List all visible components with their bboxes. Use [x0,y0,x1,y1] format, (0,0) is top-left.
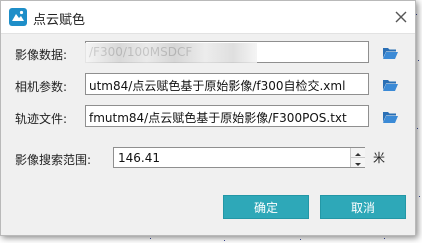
close-icon[interactable] [391,7,411,27]
trajectory-file-label: 轨迹文件: [15,112,68,126]
folder-open-icon[interactable] [382,110,399,124]
image-data-input[interactable]: /F300/100MSDCF [85,41,369,63]
trajectory-file-value: fmutm84/点云赋色基于原始影像/F300POS.txt [89,111,347,125]
image-data-label: 影像数据: [15,48,68,62]
title-bar[interactable]: 点云赋色 [1,1,415,34]
camera-params-input[interactable]: utm84/点云赋色基于原始影像/f300自检交.xml [85,73,369,95]
color-point-cloud-dialog: 点云赋色 影像数据: /F300/100MSDCF 相机参数: utm84/点云… [0,0,416,236]
folder-open-icon[interactable] [382,46,399,60]
spin-up-icon[interactable] [350,148,365,158]
camera-params-value: utm84/点云赋色基于原始影像/f300自检交.xml [89,79,346,93]
search-range-spinbox[interactable]: 146.41 [113,147,365,168]
search-range-label: 影像搜索范围: [15,153,92,167]
app-logo-icon [9,8,27,26]
search-range-value: 146.41 [118,151,160,165]
camera-params-label: 相机参数: [15,80,68,94]
trajectory-file-input[interactable]: fmutm84/点云赋色基于原始影像/F300POS.txt [85,105,369,127]
ok-button[interactable]: 确定 [223,195,309,219]
folder-open-icon[interactable] [382,78,399,92]
unit-label: 米 [373,151,386,165]
cancel-button[interactable]: 取消 [320,195,406,219]
image-data-value: /F300/100MSDCF [89,45,193,59]
spin-down-icon[interactable] [350,158,365,167]
window-title: 点云赋色 [33,13,86,28]
